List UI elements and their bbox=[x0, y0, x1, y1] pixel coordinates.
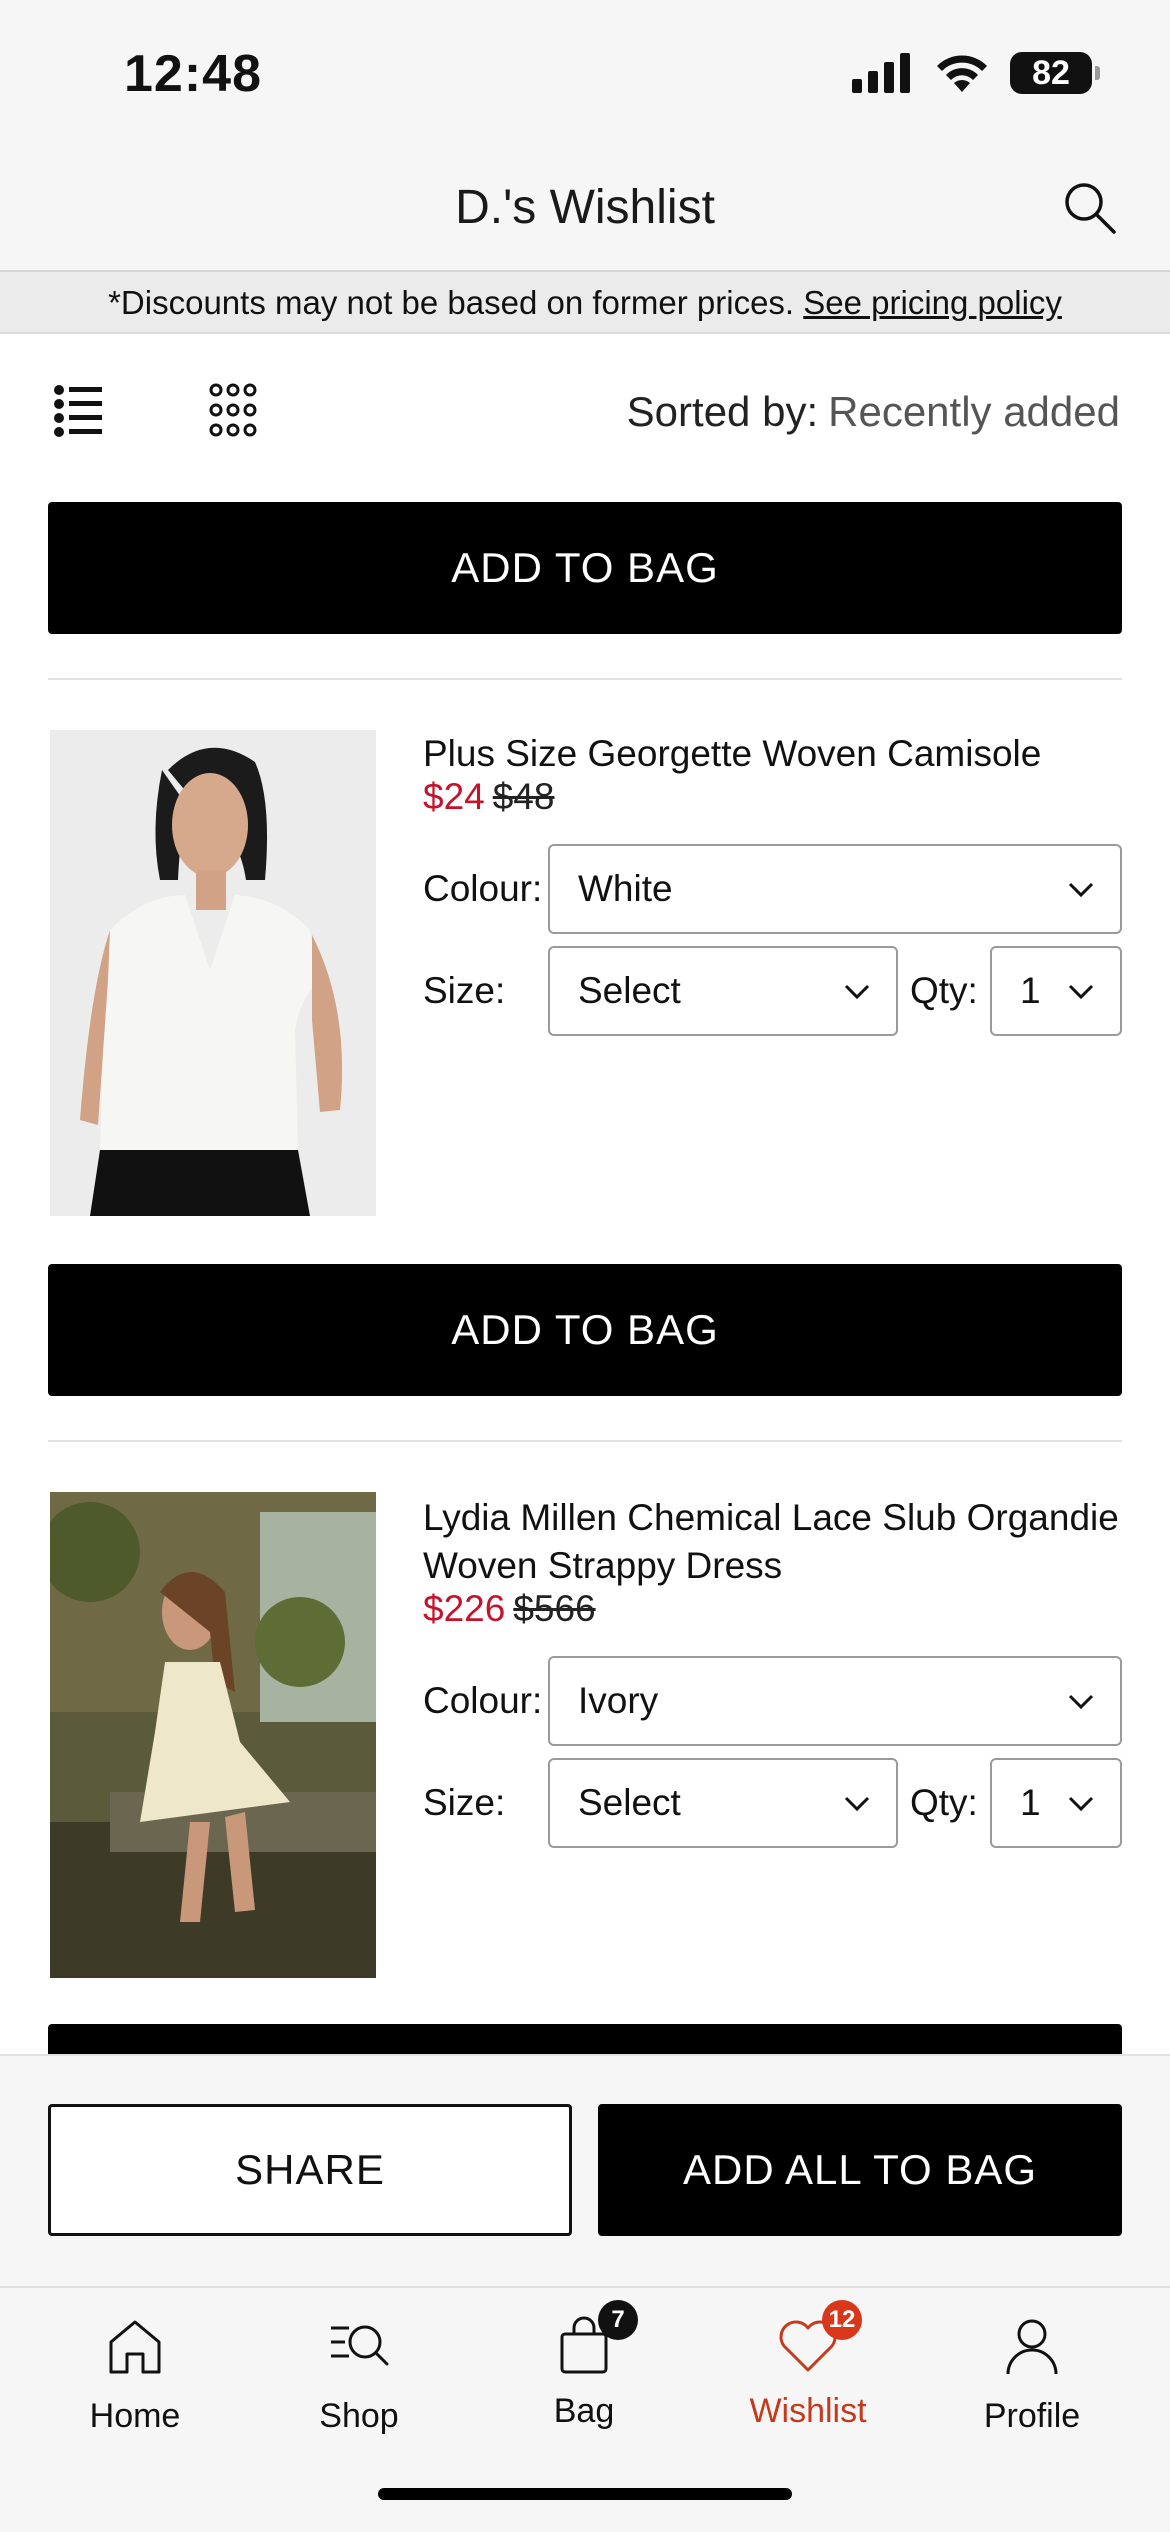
tab-label: Profile bbox=[983, 2397, 1081, 2435]
product-image[interactable] bbox=[50, 730, 376, 1216]
tab-label: Home bbox=[89, 2397, 181, 2435]
tab-shop[interactable]: Shop bbox=[259, 2314, 459, 2436]
product-name[interactable]: Plus Size Georgette Woven Camisole bbox=[423, 730, 1123, 778]
tab-wishlist[interactable]: 12 Wishlist bbox=[708, 2300, 908, 2431]
qty-value: 1 bbox=[1020, 970, 1041, 1011]
sort-control[interactable]: Sorted by: Recently added bbox=[627, 388, 1120, 436]
original-price: $48 bbox=[492, 776, 555, 817]
sale-price: $24 bbox=[423, 776, 485, 817]
list-view-icon[interactable] bbox=[52, 380, 104, 440]
size-label: Size: bbox=[423, 1782, 506, 1823]
colour-label: Colour: bbox=[423, 1680, 543, 1721]
status-time: 12:48 bbox=[124, 45, 262, 103]
grid-view-icon[interactable] bbox=[208, 380, 258, 440]
size-value: Select bbox=[578, 1782, 681, 1823]
wifi-icon bbox=[937, 55, 987, 92]
original-price: $566 bbox=[513, 1588, 596, 1629]
camisole-photo bbox=[50, 730, 376, 1216]
add-to-bag-button[interactable]: ADD TO BAG bbox=[48, 1264, 1122, 1396]
signal-icon bbox=[852, 53, 910, 93]
size-value: Select bbox=[578, 970, 681, 1011]
chevron-down-icon bbox=[1068, 1694, 1094, 1710]
tab-bag[interactable]: 7 Bag bbox=[484, 2300, 684, 2431]
status-icons: 82 bbox=[852, 52, 1100, 94]
chevron-down-icon bbox=[1068, 882, 1094, 898]
qty-select[interactable]: 1 bbox=[990, 1758, 1122, 1848]
qty-select[interactable]: 1 bbox=[990, 946, 1122, 1036]
qty-label: Qty: bbox=[910, 1782, 978, 1823]
status-bar: 12:48 82 bbox=[0, 0, 1170, 150]
dress-photo bbox=[50, 1492, 376, 1978]
sale-price: $226 bbox=[423, 1588, 506, 1629]
chevron-down-icon bbox=[1068, 984, 1094, 1000]
price: $226 $566 bbox=[423, 1588, 596, 1630]
wishlist-count-badge: 12 bbox=[822, 2300, 862, 2340]
sort-value: Recently added bbox=[828, 388, 1120, 435]
add-to-bag-button[interactable]: ADD TO BAG bbox=[48, 502, 1122, 634]
add-all-to-bag-button[interactable]: ADD ALL TO BAG bbox=[598, 2104, 1122, 2236]
pricing-banner: *Discounts may not be based on former pr… bbox=[0, 272, 1170, 334]
chevron-down-icon bbox=[844, 984, 870, 1000]
tab-home[interactable]: Home bbox=[35, 2314, 235, 2436]
sort-label: Sorted by: bbox=[626, 388, 819, 435]
tab-label: Shop bbox=[319, 2397, 399, 2435]
qty-label: Qty: bbox=[910, 970, 978, 1011]
page-title: D.'s Wishlist bbox=[455, 181, 715, 234]
tab-label: Bag bbox=[553, 2392, 615, 2430]
product-name[interactable]: Lydia Millen Chemical Lace Slub Organdie… bbox=[423, 1494, 1123, 1590]
divider bbox=[48, 678, 1122, 680]
banner-text: *Discounts may not be based on former pr… bbox=[108, 284, 795, 321]
view-toolbar: Sorted by: Recently added bbox=[0, 336, 1170, 486]
share-button[interactable]: SHARE bbox=[48, 2104, 572, 2236]
chevron-down-icon bbox=[844, 1796, 870, 1812]
divider bbox=[48, 1440, 1122, 1442]
shop-search-icon bbox=[331, 2325, 389, 2366]
heart-icon-wrap: 12 bbox=[776, 2300, 862, 2378]
colour-value: White bbox=[578, 868, 673, 909]
size-select[interactable]: Select bbox=[548, 1758, 898, 1848]
price: $24 $48 bbox=[423, 776, 554, 818]
size-label: Size: bbox=[423, 970, 506, 1011]
profile-icon bbox=[1006, 2319, 1058, 2375]
battery-level: 82 bbox=[1032, 53, 1070, 92]
battery-icon: 82 bbox=[1010, 52, 1100, 94]
search-icon[interactable] bbox=[1060, 178, 1120, 238]
chevron-down-icon bbox=[1068, 1796, 1094, 1812]
qty-value: 1 bbox=[1020, 1782, 1041, 1823]
bag-icon-wrap: 7 bbox=[552, 2300, 638, 2378]
colour-label: Colour: bbox=[423, 868, 543, 909]
product-image[interactable] bbox=[50, 1492, 376, 1978]
colour-select[interactable]: Ivory bbox=[548, 1656, 1122, 1746]
bag-count-badge: 7 bbox=[598, 2300, 638, 2340]
pricing-policy-link[interactable]: See pricing policy bbox=[803, 284, 1062, 321]
colour-select[interactable]: White bbox=[548, 844, 1122, 934]
tab-profile[interactable]: Profile bbox=[932, 2314, 1132, 2436]
page-header: D.'s Wishlist bbox=[0, 150, 1170, 272]
home-indicator[interactable] bbox=[378, 2488, 792, 2500]
bottom-action-bar: SHARE ADD ALL TO BAG bbox=[0, 2054, 1170, 2286]
tab-label: Wishlist bbox=[749, 2392, 867, 2430]
size-select[interactable]: Select bbox=[548, 946, 898, 1036]
colour-value: Ivory bbox=[578, 1680, 659, 1721]
home-icon bbox=[109, 2320, 161, 2374]
